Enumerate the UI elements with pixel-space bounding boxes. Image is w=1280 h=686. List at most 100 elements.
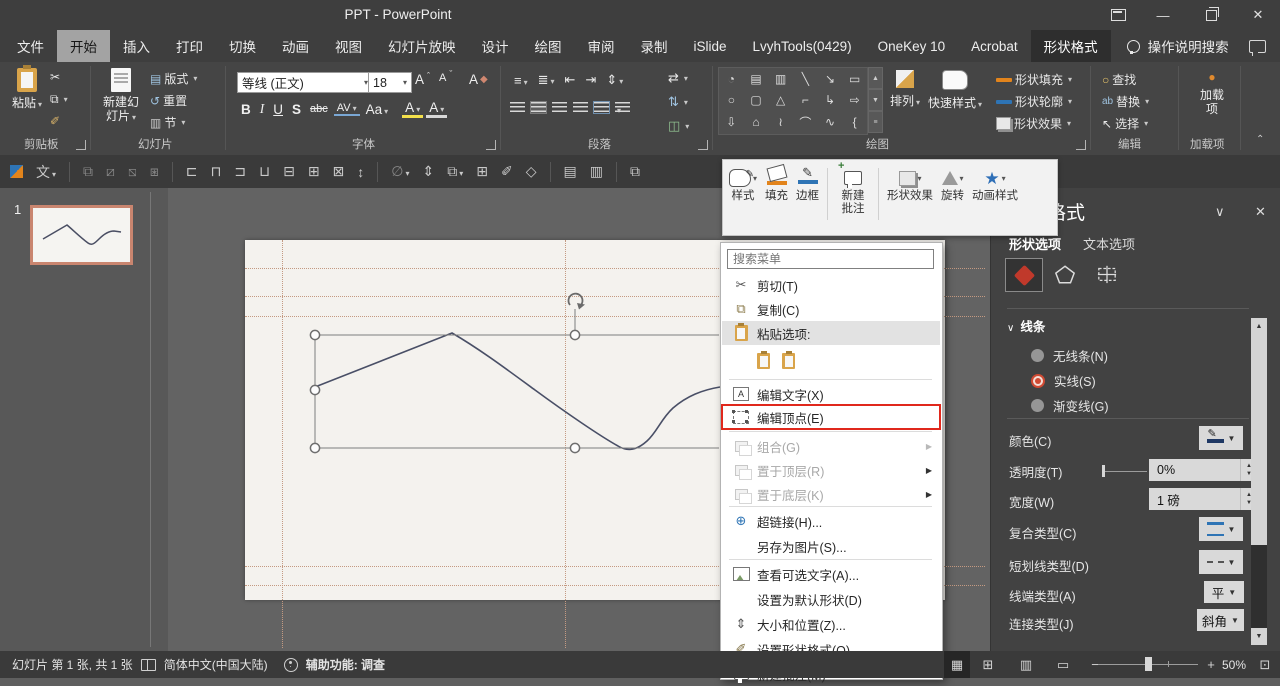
align-left-button[interactable] <box>510 102 525 113</box>
paste-keep-formatting-icon[interactable] <box>757 353 770 369</box>
shapes-gallery-scroll[interactable]: ▲ ▼ ≡ <box>868 67 883 133</box>
slide-sorter-view-button[interactable]: ⊞ <box>975 651 1001 678</box>
panel-scroll-up-button[interactable]: ▲ <box>1251 318 1267 335</box>
normal-view-button[interactable]: ▦ <box>944 651 970 678</box>
align-top-icon[interactable]: ⊔ <box>259 163 270 180</box>
menu-item-save-as-picture[interactable]: 另存为图片(S)... <box>722 534 940 558</box>
align-left-icon[interactable]: ⊏ <box>186 163 198 180</box>
menu-item-edit-text[interactable]: A 编辑文字(X) <box>722 382 940 406</box>
effects-tab-button[interactable] <box>1047 258 1083 290</box>
align-right-icon[interactable]: ⊐ <box>234 163 246 180</box>
tab-review[interactable]: 审阅 <box>575 30 628 62</box>
transparency-spinner[interactable]: 0%▲▼ <box>1149 459 1257 481</box>
radio-no-line[interactable]: 无线条(N) <box>1031 346 1108 365</box>
shape-effects-button[interactable]: ▾ 形状效果 <box>887 166 933 203</box>
tab-lvyhtools[interactable]: LvyhTools(0429) <box>740 30 865 62</box>
bold-button[interactable]: B <box>238 102 254 117</box>
shapes-gallery[interactable]: ◔▤▥╲↘▭ ○▢△⌐↳⇨ ⇩⌂≀⌒∿{ <box>718 67 868 135</box>
ungroup-icon[interactable]: ⧄ <box>106 163 115 180</box>
tab-record[interactable]: 录制 <box>628 30 681 62</box>
find-button[interactable]: ○查找 <box>1102 71 1136 88</box>
paste-button[interactable]: 粘贴 <box>12 68 42 112</box>
tab-shape-format[interactable]: 形状格式 <box>1031 30 1111 62</box>
section-button[interactable]: ▥节 <box>150 114 185 131</box>
tab-insert[interactable]: 插入 <box>110 30 163 62</box>
menu-item-edit-points[interactable]: 编辑顶点(E) <box>722 405 940 429</box>
shape-oval-icon[interactable]: ○ <box>728 93 735 107</box>
regroup-icon[interactable]: ⧅ <box>128 163 137 180</box>
distribute-button[interactable] <box>594 102 609 113</box>
align-text-button[interactable]: ⇅ <box>668 94 688 110</box>
size-properties-tab-button[interactable] <box>1089 258 1125 290</box>
shape-fill-button[interactable]: 形状填充 <box>996 71 1072 88</box>
format-painter-button[interactable]: ✐ <box>50 114 60 128</box>
align-middle-icon[interactable]: ⊟ <box>283 163 295 180</box>
none-icon[interactable]: ∅ <box>391 163 409 180</box>
text-box-icon[interactable]: ▤ <box>564 163 577 180</box>
tab-design[interactable]: 设计 <box>469 30 522 62</box>
underline-button[interactable]: U <box>270 102 286 117</box>
decrease-indent-button[interactable]: ⇤ <box>565 72 576 88</box>
shape-line-icon[interactable]: ╲ <box>802 72 809 86</box>
font-name-combo[interactable]: 等线 (正文)▾ <box>237 72 373 93</box>
radio-solid-line[interactable]: 实线(S) <box>1031 371 1096 390</box>
strikethrough-button[interactable]: abc <box>307 103 331 115</box>
join-type-dropdown[interactable]: 斜角▼ <box>1197 609 1244 631</box>
shape-pentagon-icon[interactable]: ⌂ <box>752 115 759 129</box>
border-button[interactable]: ✎ 边框 <box>796 166 819 203</box>
panel-scrollbar-track[interactable] <box>1251 545 1267 628</box>
align-right-button[interactable] <box>552 102 567 113</box>
fill-color-icon[interactable] <box>10 165 23 178</box>
reading-view-button[interactable]: ▥ <box>1013 651 1039 678</box>
shape-arrow-line-icon[interactable]: ↘ <box>825 72 835 86</box>
font-color-button[interactable]: A <box>426 100 447 118</box>
tab-view[interactable]: 视图 <box>322 30 375 62</box>
highlight-color-button[interactable]: A <box>402 100 423 118</box>
animation-styles-button[interactable]: ★▾ 动画样式 <box>972 166 1018 203</box>
menu-item-hyperlink[interactable]: ⊕ 超链接(H)... <box>722 509 940 533</box>
close-button[interactable]: ✕ <box>1243 6 1273 24</box>
shape-outline-button[interactable]: 形状轮廓 <box>996 93 1072 110</box>
menu-item-copy[interactable]: ⧉ 复制(C) <box>722 297 940 321</box>
bullets-button[interactable]: ≡ <box>514 73 528 88</box>
new-comment-button[interactable]: + 新建批注 <box>836 166 870 216</box>
shape-effects-button[interactable]: 形状效果 <box>996 115 1071 132</box>
shape-vtextbox-icon[interactable]: ▥ <box>775 72 786 86</box>
increase-indent-button[interactable]: ⇥ <box>585 72 596 88</box>
shape-brace-icon[interactable]: { <box>853 115 857 129</box>
panel-scrollbar-thumb[interactable] <box>1251 335 1267 545</box>
shape-elbow-icon[interactable]: ⌐ <box>802 93 809 107</box>
group-icon[interactable]: ⧉ <box>83 163 93 180</box>
swap-icon[interactable]: ↕ <box>357 164 364 180</box>
tab-transitions[interactable]: 切换 <box>216 30 269 62</box>
shape-right-arrow-icon[interactable]: ⇨ <box>850 93 860 107</box>
numbering-button[interactable]: ≣ <box>538 72 555 88</box>
change-case-button[interactable]: Aa <box>363 102 392 117</box>
paste-as-picture-icon[interactable] <box>782 353 795 369</box>
menu-item-alt-text[interactable]: 查看可选文字(A)... <box>722 562 940 586</box>
dash-type-dropdown[interactable]: ▼ <box>1199 550 1243 574</box>
font-dialog-launcher[interactable] <box>486 140 496 150</box>
tab-file[interactable]: 文件 <box>4 30 57 62</box>
reset-button[interactable]: ↺重置 <box>150 92 187 109</box>
shape-curve-icon[interactable]: ∿ <box>825 115 835 129</box>
menu-item-cut[interactable]: ✂ 剪切(T) <box>722 273 940 297</box>
fill-button[interactable]: 填充 <box>765 166 788 203</box>
tab-animations[interactable]: 动画 <box>269 30 322 62</box>
slide-thumbnail[interactable] <box>30 205 133 265</box>
merge-icon[interactable]: ⧆ <box>150 163 159 180</box>
new-slide-button[interactable]: 新建幻灯片 <box>98 68 144 125</box>
color-dropdown[interactable]: ▼ <box>1199 426 1243 450</box>
align-center-icon[interactable]: ⊓ <box>210 163 221 180</box>
menu-item-set-default-shape[interactable]: 设置为默认形状(D) <box>722 587 940 611</box>
shape-round-rect-icon[interactable]: ▢ <box>750 93 761 107</box>
compound-type-dropdown[interactable]: ▼ <box>1199 517 1243 541</box>
animation-painter-icon[interactable]: ✐ <box>501 163 513 180</box>
language-indicator[interactable]: 简体中文(中国大陆) <box>164 656 268 673</box>
tab-acrobat[interactable]: Acrobat <box>958 30 1031 62</box>
shrink-font-button[interactable]: Aˇ <box>436 72 452 84</box>
ribbon-display-options-button[interactable] <box>1103 6 1133 24</box>
gallery-up-icon[interactable]: ▲ <box>868 67 883 89</box>
transparency-slider-track[interactable] <box>1103 471 1147 472</box>
tab-home[interactable]: 开始 <box>57 30 110 62</box>
